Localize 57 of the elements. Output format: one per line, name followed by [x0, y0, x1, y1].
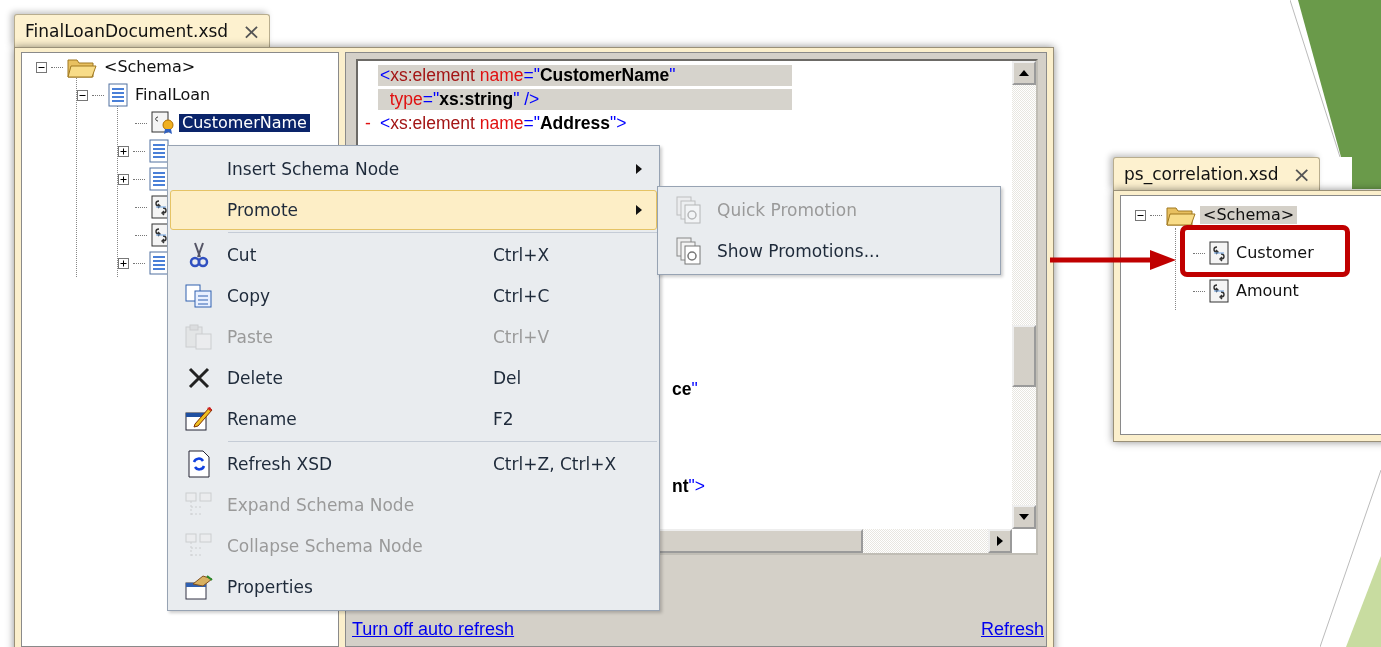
refresh-icon	[188, 450, 210, 478]
properties-icon	[185, 574, 213, 600]
menu-item[interactable]: Insert Schema Node	[170, 149, 657, 189]
promotion-icon	[676, 196, 702, 224]
expand-toggle-icon[interactable]	[118, 173, 129, 185]
tree-node-label[interactable]: FinalLoan	[132, 86, 214, 104]
promoted-field-icon	[151, 111, 175, 135]
fold-marker[interactable]: -	[358, 112, 378, 134]
menu-item[interactable]: Show Promotions...	[660, 231, 998, 271]
link[interactable]: Refresh	[980, 619, 1044, 640]
delete-icon	[188, 367, 210, 389]
tree-node-label[interactable]: Amount	[1233, 282, 1302, 300]
menu-item[interactable]: Cut Ctrl+X	[170, 235, 657, 275]
tab-title: ps_correlation.xsd	[1124, 164, 1279, 184]
paste-icon	[185, 324, 213, 350]
code-line: nt">	[671, 475, 706, 497]
code-line: ce"	[671, 379, 699, 401]
code-line: <xs:element name="Address">	[379, 112, 628, 134]
tree-node-label[interactable]: Customer	[1233, 244, 1317, 262]
tree-node-label[interactable]: CustomerName	[179, 114, 310, 132]
collapse-toggle-icon[interactable]	[77, 89, 88, 101]
expand-toggle-icon[interactable]	[118, 257, 129, 269]
menu-item[interactable]: Rename F2	[170, 399, 657, 439]
menu-item[interactable]: Promote	[170, 190, 657, 230]
expand-toggle-icon[interactable]	[118, 145, 129, 157]
folder-icon	[67, 56, 97, 78]
document-tab[interactable]: ps_correlation.xsd ×	[1113, 157, 1320, 190]
menu-item[interactable]: Properties	[170, 567, 657, 607]
collapse-toggle-icon[interactable]	[1135, 209, 1146, 221]
collapse-toggle-icon[interactable]	[36, 61, 47, 73]
link[interactable]: Turn off auto refresh	[352, 619, 515, 640]
promotion-icon	[676, 237, 702, 265]
rename-icon	[185, 406, 213, 432]
field-icon	[1209, 241, 1229, 265]
close-icon[interactable]: ×	[1292, 161, 1311, 187]
tree-node-label[interactable]: <Schema>	[101, 58, 199, 76]
menu-item[interactable]: Delete Del	[170, 358, 657, 398]
scroll-down-icon[interactable]	[1019, 514, 1029, 520]
menu-item[interactable]: Copy Ctrl+C	[170, 276, 657, 316]
field-icon	[1209, 279, 1229, 303]
document-icon	[108, 83, 128, 107]
folder-icon	[1166, 204, 1196, 226]
copy-icon	[185, 284, 213, 308]
vertical-scrollbar[interactable]	[1012, 61, 1036, 529]
expand-node-icon	[185, 492, 213, 518]
scroll-thumb[interactable]	[1012, 325, 1036, 387]
document-tab[interactable]: FinalLoanDocument.xsd ×	[14, 14, 270, 47]
document-icon	[149, 251, 169, 275]
menu-item[interactable]: Refresh XSD Ctrl+Z, Ctrl+X	[170, 444, 657, 484]
document-icon	[149, 167, 169, 191]
close-icon[interactable]: ×	[242, 18, 261, 44]
collapse-node-icon	[185, 533, 213, 559]
tab-title: FinalLoanDocument.xsd	[25, 21, 229, 41]
scissors-icon	[188, 242, 210, 268]
document-icon	[149, 139, 169, 163]
scroll-up-icon[interactable]	[1019, 70, 1029, 76]
scroll-right-icon[interactable]	[997, 536, 1003, 546]
